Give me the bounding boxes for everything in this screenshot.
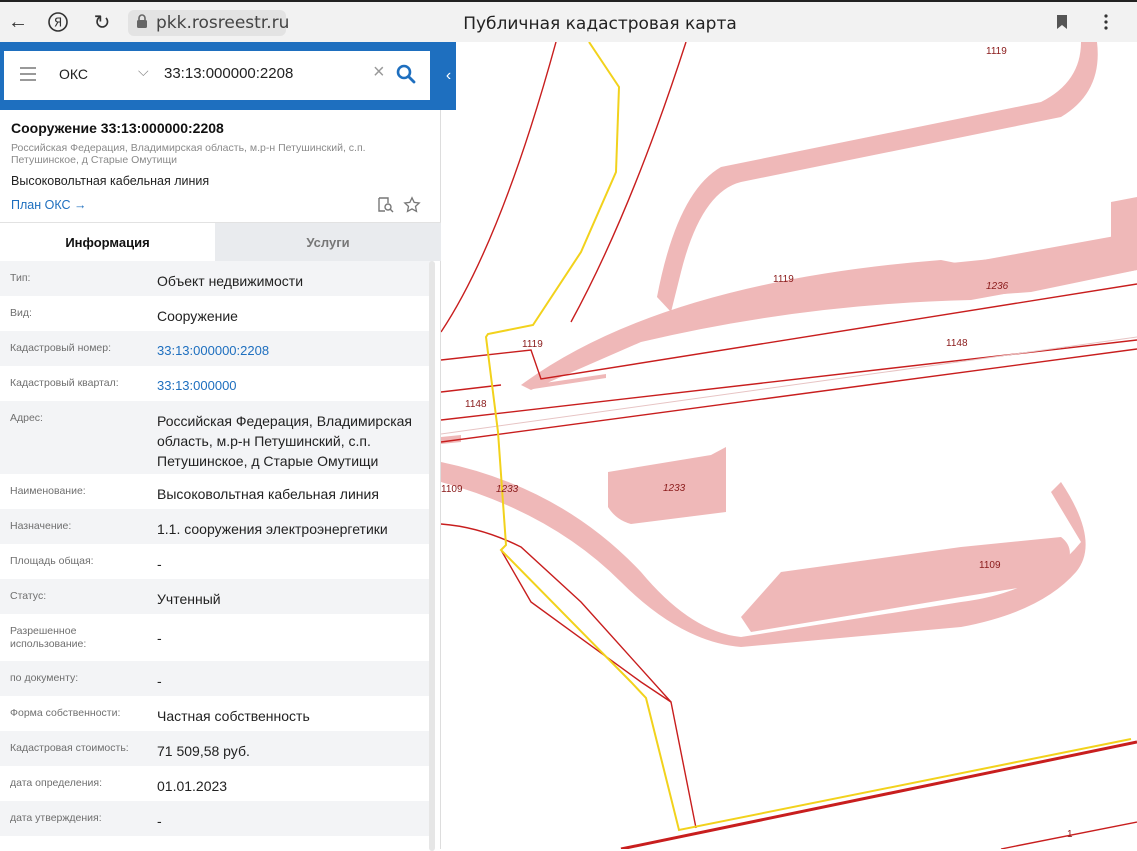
search-input[interactable] xyxy=(164,65,364,82)
panel-scrollbar[interactable] xyxy=(429,261,435,851)
page-title: Публичная кадастровая карта xyxy=(463,14,737,34)
address-bar[interactable]: pkk.rosreestr.ru xyxy=(128,10,290,36)
search-box: ОКС ⌵ × xyxy=(4,51,430,100)
info-row-cadastral-value: Кадастровая стоимость: 71 509,58 руб. xyxy=(0,731,433,766)
row-label: Кадастровая стоимость: xyxy=(10,742,129,754)
info-row-name: Наименование: Высоковольтная кабельная л… xyxy=(0,474,433,509)
tabs: Информация Услуги xyxy=(0,223,441,261)
object-type-select[interactable]: ОКС xyxy=(59,66,88,82)
row-label: Разрешенное использование: xyxy=(10,625,87,650)
row-label: Кадастровый квартал: xyxy=(10,377,119,389)
info-row-cadastral-quarter: Кадастровый квартал: 33:13:000000 xyxy=(0,366,433,401)
map-label: 1148 xyxy=(465,399,487,410)
parcel-1236 xyxy=(921,237,1137,300)
bookmark-icon[interactable] xyxy=(1050,10,1074,34)
clear-icon[interactable]: × xyxy=(373,61,385,84)
row-label: дата утверждения: xyxy=(10,812,102,824)
row-value: - xyxy=(157,813,162,829)
object-header: Сооружение 33:13:000000:2208 Российская … xyxy=(0,110,441,223)
back-icon[interactable]: ← xyxy=(6,10,30,34)
search-icon[interactable] xyxy=(394,62,418,86)
row-label: дата определения: xyxy=(10,777,103,789)
plan-oks-link[interactable]: План ОКС → xyxy=(11,198,86,212)
cadastral-map[interactable]: 1119 1119 1119 1236 1148 1148 1109 1233 … xyxy=(441,42,1137,849)
row-label: Площадь общая: xyxy=(10,555,94,567)
info-row-cadastral-number: Кадастровый номер: 33:13:000000:2208 xyxy=(0,331,433,366)
map-label: 1109 xyxy=(441,484,463,495)
yandex-icon[interactable]: Я xyxy=(46,10,70,34)
info-row-kind: Вид: Сооружение xyxy=(0,296,433,331)
row-value: Высоковольтная кабельная линия xyxy=(157,486,379,502)
info-row-purpose: Назначение: 1.1. сооружения электроэнерг… xyxy=(0,509,433,544)
map-label: 1236 xyxy=(986,281,1009,292)
search-bar: ОКС ⌵ × ‹ xyxy=(0,42,456,110)
info-row-by-document: по документу: - xyxy=(0,661,433,696)
favorite-star-icon[interactable] xyxy=(403,196,421,214)
tab-services[interactable]: Услуги xyxy=(215,223,441,261)
map-label: 1233 xyxy=(496,484,519,495)
object-name: Высоковольтная кабельная линия xyxy=(11,174,210,188)
row-value: 01.01.2023 xyxy=(157,778,228,794)
info-row-type: Тип: Объект недвижимости xyxy=(0,261,433,296)
row-label: Вид: xyxy=(10,307,32,319)
info-table: Тип: Объект недвижимости Вид: Сооружение… xyxy=(0,261,433,836)
chevron-down-icon[interactable]: ⌵ xyxy=(138,63,149,80)
map-label: 1148 xyxy=(946,338,968,349)
browser-toolbar: ← Я ↻ pkk.rosreestr.ru Публичная кадастр… xyxy=(0,0,1137,42)
map-label: 1233 xyxy=(663,483,686,494)
object-address: Российская Федерация, Владимирская облас… xyxy=(11,142,366,166)
map-label: 1119 xyxy=(986,46,1007,57)
row-value: 71 509,58 руб. xyxy=(157,743,250,759)
row-label: Статус: xyxy=(10,590,47,602)
map-label: 1119 xyxy=(773,274,794,285)
row-value: - xyxy=(157,556,162,572)
hamburger-menu-icon[interactable] xyxy=(20,67,36,81)
url-text: pkk.rosreestr.ru xyxy=(156,13,290,33)
cadastral-quarter-link[interactable]: 33:13:000000 xyxy=(157,376,429,396)
tab-information[interactable]: Информация xyxy=(0,223,215,261)
info-row-approval-date: дата утверждения: - xyxy=(0,801,433,836)
zoom-to-object-icon[interactable] xyxy=(376,196,394,214)
row-label: Наименование: xyxy=(10,485,86,497)
info-row-area: Площадь общая: - xyxy=(0,544,433,579)
row-label: по документу: xyxy=(10,672,79,684)
lock-icon xyxy=(136,13,148,33)
row-label: Назначение: xyxy=(10,520,72,532)
row-label: Кадастровый номер: xyxy=(10,342,112,354)
map-canvas[interactable]: 1119 1119 1119 1236 1148 1148 1109 1233 … xyxy=(441,42,1137,849)
map-label: 1109 xyxy=(979,560,1001,571)
reload-icon[interactable]: ↻ xyxy=(90,10,114,34)
info-row-address: Адрес: Российская Федерация, Владимирска… xyxy=(0,401,433,474)
row-label: Тип: xyxy=(10,272,31,284)
row-label: Адрес: xyxy=(10,412,43,424)
cadastral-number-link[interactable]: 33:13:000000:2208 xyxy=(157,341,429,361)
info-row-status: Статус: Учтенный xyxy=(0,579,433,614)
info-row-permitted-use: Разрешенное использование: - xyxy=(0,614,433,661)
row-value: Сооружение xyxy=(157,308,238,324)
svg-text:Я: Я xyxy=(54,16,62,30)
row-value: Учтенный xyxy=(157,591,221,607)
menu-dots-icon[interactable] xyxy=(1094,10,1118,34)
collapse-panel-button[interactable]: ‹ xyxy=(441,42,456,110)
map-label: 1 xyxy=(1067,829,1073,840)
row-value: - xyxy=(157,673,162,689)
row-value: Объект недвижимости xyxy=(157,273,304,289)
row-value: 1.1. сооружения электроэнергетики xyxy=(157,521,388,537)
info-row-determination-date: дата определения: 01.01.2023 xyxy=(0,766,433,801)
info-panel: ОКС ⌵ × ‹ Сооружение 33:13:000000:2208 Р… xyxy=(0,42,456,851)
row-label: Форма собственности: xyxy=(10,707,121,719)
info-row-ownership: Форма собственности: Частная собственнос… xyxy=(0,696,433,731)
row-value: Российская Федерация, Владимирская облас… xyxy=(157,413,413,469)
row-value: Частная собственность xyxy=(157,708,310,724)
map-label: 1119 xyxy=(522,339,543,350)
row-value: - xyxy=(157,630,162,646)
object-title: Сооружение 33:13:000000:2208 xyxy=(11,120,224,136)
